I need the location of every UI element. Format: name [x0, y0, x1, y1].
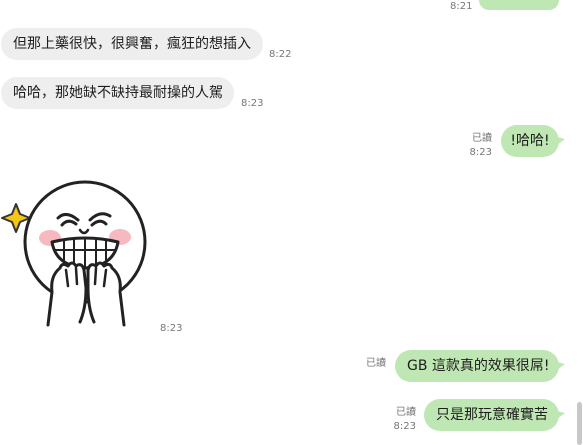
message-read-status: 已讀 [396, 407, 416, 418]
sticker-message[interactable] [0, 170, 160, 340]
message-text: GB 這款真的效果很屌! [407, 358, 550, 374]
bubble-tail [557, 362, 565, 370]
message-bubble-outgoing[interactable]: GB 這款真的效果很屌! [395, 350, 559, 382]
message-bubble-incoming[interactable]: 但那上藥很快，很興奮，瘋狂的想插入 [1, 28, 263, 60]
message-bubble-outgoing[interactable]: 只是那玩意確實苦 [424, 399, 559, 431]
message-bubble-outgoing-partial [479, 0, 559, 10]
message-text: 只是那玩意確實苦 [436, 407, 548, 423]
message-text: !哈哈! [510, 133, 550, 149]
scrollbar-thumb[interactable] [577, 402, 582, 445]
message-time: 8:23 [469, 147, 492, 158]
scrollbar[interactable] [577, 0, 583, 445]
bubble-tail [557, 137, 565, 145]
message-time: 8:22 [269, 49, 292, 60]
message-time: 8:21 [450, 1, 473, 12]
message-time: 8:23 [393, 421, 416, 432]
message-read-status: 已讀 [366, 358, 386, 369]
message-read-status: 已讀 [472, 133, 492, 144]
message-bubble-incoming[interactable]: 哈哈，那她缺不缺持最耐操的人駕 [1, 77, 234, 109]
message-text: 但那上藥很快，很興奮，瘋狂的想插入 [13, 36, 251, 52]
grinning-face-sticker-icon [1, 180, 147, 327]
message-bubble-outgoing[interactable]: !哈哈! [501, 125, 559, 157]
message-time: 8:23 [160, 323, 183, 334]
bubble-tail [557, 411, 565, 419]
message-text: 哈哈，那她缺不缺持最耐操的人駕 [13, 85, 223, 101]
chat-window: 8:21 但那上藥很快，很興奮，瘋狂的想插入 8:22 哈哈，那她缺不缺持最耐操… [0, 0, 583, 445]
message-time: 8:23 [241, 98, 264, 109]
